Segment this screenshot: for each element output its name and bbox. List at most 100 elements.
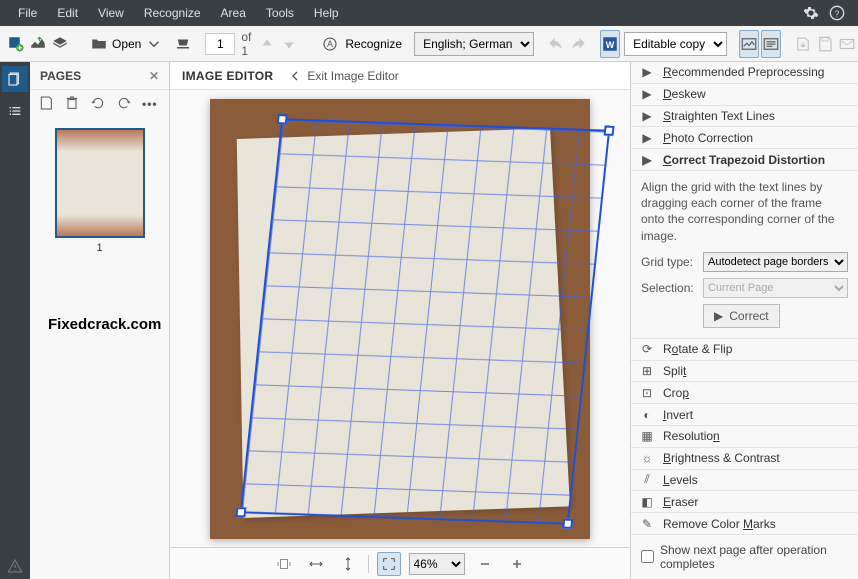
- trapezoid-icon: ▶: [639, 152, 655, 168]
- page-thumbnail[interactable]: [55, 128, 145, 238]
- rp-crop[interactable]: ⊡Crop: [631, 382, 858, 404]
- zoom-select[interactable]: 46%: [409, 553, 465, 575]
- play-icon: ▶: [714, 309, 723, 323]
- view-text-button[interactable]: [761, 30, 781, 58]
- show-next-label: Show next page after operation completes: [660, 543, 848, 571]
- page-up-button[interactable]: [257, 30, 277, 58]
- fit-height-icon[interactable]: [336, 552, 360, 576]
- help-icon[interactable]: ?: [824, 0, 850, 26]
- close-pages-icon[interactable]: ✕: [149, 69, 159, 83]
- rp-invert[interactable]: ◐Invert: [631, 404, 858, 426]
- save-page-icon[interactable]: [38, 95, 54, 114]
- rp-brightness[interactable]: ☼Brightness & Contrast: [631, 448, 858, 470]
- svg-text:A: A: [327, 39, 333, 49]
- correct-button[interactable]: ▶Correct: [703, 304, 780, 328]
- right-panel: ▶Recommended Preprocessing ▶Deskew ▶Stra…: [630, 62, 858, 579]
- rp-eraser[interactable]: ◧Eraser: [631, 491, 858, 513]
- selection-select[interactable]: Current Page: [703, 278, 848, 298]
- view-image-button[interactable]: [739, 30, 759, 58]
- editor-title: IMAGE EDITOR: [182, 69, 273, 83]
- rp-split[interactable]: ⊞Split: [631, 361, 858, 383]
- email-button[interactable]: [837, 30, 857, 58]
- fit-page-icon[interactable]: [272, 552, 296, 576]
- rp-rotate[interactable]: ⟳Rotate & Flip: [631, 339, 858, 361]
- undo-button[interactable]: [546, 30, 566, 58]
- menu-tools[interactable]: Tools: [256, 0, 304, 26]
- page-of-label: of 1: [241, 30, 251, 58]
- show-next-checkbox-row: Show next page after operation completes: [631, 535, 858, 579]
- split-icon: ⊞: [639, 363, 655, 379]
- fit-width-icon[interactable]: [304, 552, 328, 576]
- crop-icon: ⊡: [639, 385, 655, 401]
- left-sidebar: [0, 62, 30, 579]
- rotate-left-icon[interactable]: [90, 95, 106, 114]
- rp-recommended[interactable]: ▶Recommended Preprocessing: [631, 62, 858, 84]
- word-export-button[interactable]: W: [600, 30, 620, 58]
- rp-straighten[interactable]: ▶Straighten Text Lines: [631, 106, 858, 128]
- recognize-button[interactable]: A Recognize: [311, 30, 412, 58]
- rotate-right-icon[interactable]: [116, 95, 132, 114]
- menu-edit[interactable]: Edit: [47, 0, 88, 26]
- rp-levels[interactable]: ⫽Levels: [631, 470, 858, 492]
- menu-recognize[interactable]: Recognize: [134, 0, 211, 26]
- selection-label: Selection:: [641, 281, 697, 295]
- trapezoid-hint: Align the grid with the text lines by dr…: [641, 179, 848, 244]
- resolution-icon: ▦: [639, 428, 655, 444]
- add-scan-button[interactable]: [28, 30, 48, 58]
- page-down-button[interactable]: [279, 30, 299, 58]
- language-select[interactable]: English; German: [414, 32, 534, 56]
- warning-icon[interactable]: [2, 553, 28, 579]
- zoom-bar: 46%: [170, 547, 630, 579]
- pages-title: PAGES: [40, 69, 81, 83]
- rp-photo[interactable]: ▶Photo Correction: [631, 127, 858, 149]
- canvas[interactable]: [170, 90, 630, 547]
- remove-marks-icon: ✎: [639, 516, 655, 532]
- wand-icon: ▶: [639, 64, 655, 80]
- grid-handle-tr[interactable]: [604, 125, 615, 135]
- redo-button[interactable]: [568, 30, 588, 58]
- gear-icon[interactable]: [798, 0, 824, 26]
- grid-type-label: Grid type:: [641, 255, 697, 269]
- menu-bar: File Edit View Recognize Area Tools Help…: [0, 0, 858, 26]
- menu-help[interactable]: Help: [304, 0, 349, 26]
- send-to-button[interactable]: [793, 30, 813, 58]
- open-button[interactable]: Open: [82, 30, 171, 58]
- zoom-in-icon[interactable]: [505, 552, 529, 576]
- layers-button[interactable]: [50, 30, 70, 58]
- scan-button[interactable]: [173, 30, 193, 58]
- rp-resolution[interactable]: ▦Resolution: [631, 426, 858, 448]
- new-task-button[interactable]: [6, 30, 26, 58]
- menu-view[interactable]: View: [88, 0, 134, 26]
- thumb-label: 1: [96, 242, 102, 254]
- zoom-out-icon[interactable]: [473, 552, 497, 576]
- list-tab-icon[interactable]: [2, 98, 28, 124]
- menu-file[interactable]: File: [8, 0, 47, 26]
- save-button[interactable]: [815, 30, 835, 58]
- eraser-icon: ◧: [639, 494, 655, 510]
- rp-trapezoid-panel: Align the grid with the text lines by dr…: [631, 171, 858, 339]
- grid-handle-br[interactable]: [562, 518, 573, 528]
- rotate-icon: ⟳: [639, 341, 655, 357]
- grid-type-select[interactable]: Autodetect page borders: [703, 252, 848, 272]
- show-next-checkbox[interactable]: [641, 550, 654, 563]
- exit-editor-link[interactable]: Exit Image Editor: [287, 68, 398, 84]
- editable-copy-select[interactable]: Editable copy: [624, 32, 727, 56]
- grid-handle-tl[interactable]: [277, 114, 288, 124]
- delete-page-icon[interactable]: [64, 95, 80, 114]
- invert-icon: ◐: [639, 407, 655, 423]
- svg-text:?: ?: [835, 9, 840, 18]
- more-icon[interactable]: •••: [142, 97, 158, 111]
- page-number-input[interactable]: [205, 33, 235, 55]
- open-label: Open: [112, 37, 141, 51]
- rp-remove-marks[interactable]: ✎Remove Color Marks: [631, 513, 858, 535]
- levels-icon: ⫽: [639, 472, 655, 488]
- menu-area[interactable]: Area: [211, 0, 256, 26]
- rp-deskew[interactable]: ▶Deskew: [631, 84, 858, 106]
- editor-area: IMAGE EDITOR Exit Image Editor: [170, 62, 630, 579]
- camera-icon: ▶: [639, 130, 655, 146]
- pages-tab-icon[interactable]: [2, 66, 28, 92]
- svg-text:W: W: [606, 39, 615, 49]
- rp-trapezoid[interactable]: ▶Correct Trapezoid Distortion: [631, 149, 858, 171]
- deskew-icon: ▶: [639, 86, 655, 102]
- fit-window-icon[interactable]: [377, 552, 401, 576]
